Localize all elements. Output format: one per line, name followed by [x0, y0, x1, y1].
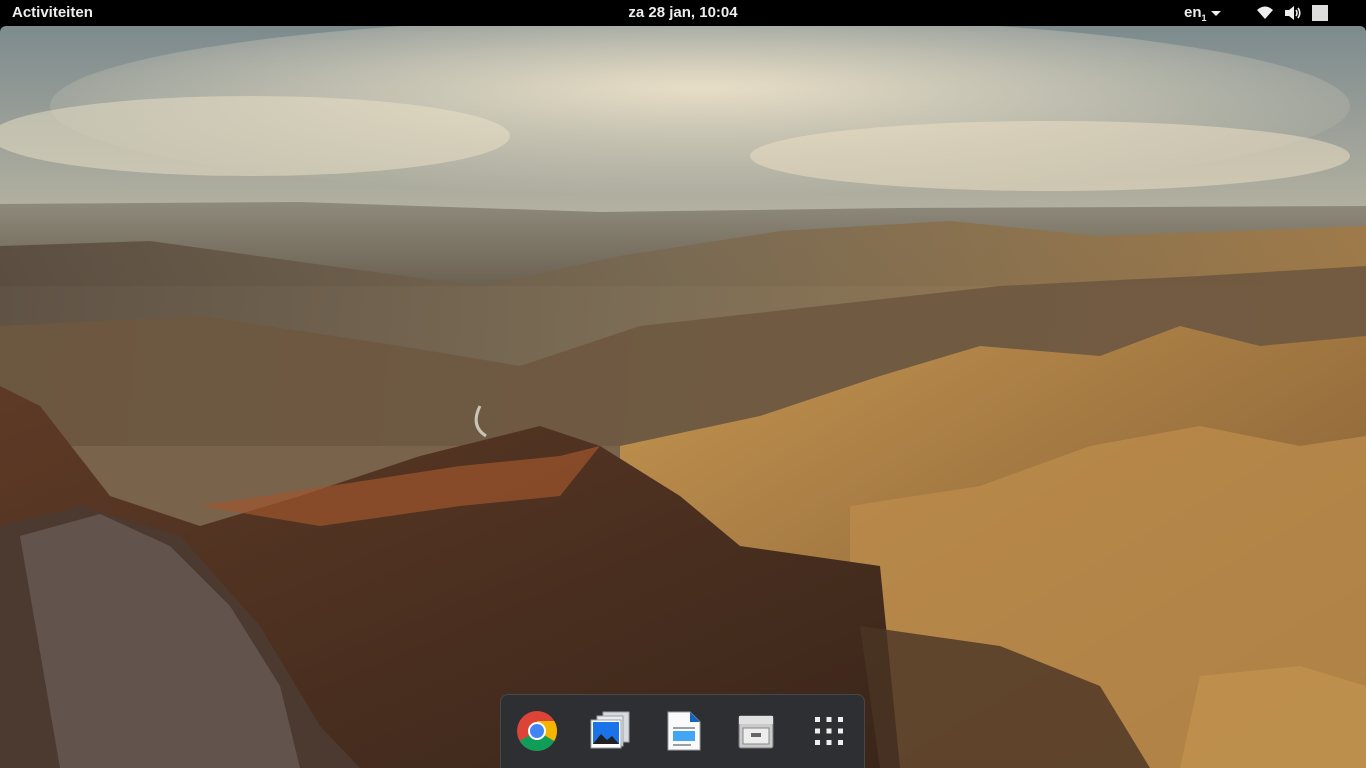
input-source-label: en [1184, 4, 1202, 21]
desktop-background [0, 26, 1366, 768]
volume-icon [1284, 5, 1302, 21]
wifi-icon [1256, 5, 1274, 21]
app-grid-icon [815, 717, 843, 745]
image-viewer-icon [590, 711, 630, 749]
chrome-icon [517, 711, 557, 751]
image-viewer-launcher[interactable] [588, 709, 632, 753]
top-bar: Activiteiten za 28 jan, 10:04 en1 [0, 0, 1366, 26]
battery-icon [1312, 5, 1328, 21]
show-applications-button[interactable] [807, 709, 851, 753]
files-launcher[interactable] [734, 709, 778, 753]
document-launcher[interactable] [661, 709, 705, 753]
document-viewer-icon [667, 711, 701, 751]
input-source-subscript: 1 [1201, 13, 1207, 23]
wallpaper-image [0, 26, 1366, 768]
clock-area: za 28 jan, 10:04 [0, 4, 1366, 22]
date-time-button[interactable]: za 28 jan, 10:04 [628, 4, 737, 21]
input-source-indicator[interactable]: en1 [1184, 4, 1221, 27]
dash [500, 694, 865, 768]
system-status-menu[interactable] [1256, 4, 1328, 22]
activities-button[interactable]: Activiteiten [12, 4, 93, 22]
chrome-launcher[interactable] [515, 709, 559, 753]
file-cabinet-icon [738, 715, 774, 749]
chevron-down-icon [1210, 10, 1221, 16]
